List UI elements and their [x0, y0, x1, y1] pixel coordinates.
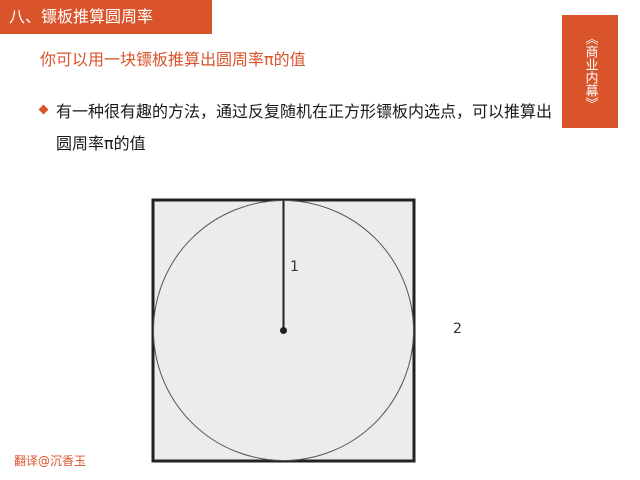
side-length-label: 2 — [453, 321, 462, 337]
center-point — [280, 327, 287, 334]
radius-label: 1 — [290, 259, 299, 275]
dartboard-diagram — [151, 198, 416, 463]
translator-credit: 翻译@沉香玉 — [14, 454, 87, 468]
